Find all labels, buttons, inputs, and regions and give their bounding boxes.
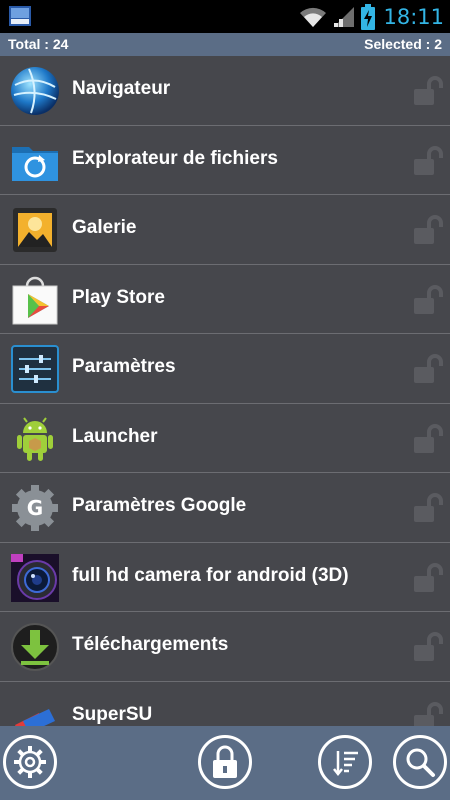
app-row-play-store[interactable]: Play Store: [0, 264, 450, 334]
app-row-parametres[interactable]: Paramètres: [0, 334, 450, 404]
battery-charging-icon: [361, 3, 376, 30]
unlocked-icon[interactable]: [412, 492, 446, 526]
unlocked-icon[interactable]: [412, 353, 446, 387]
app-name: Navigateur: [72, 78, 171, 99]
unlocked-icon[interactable]: [412, 631, 446, 665]
wifi-icon: [300, 7, 327, 27]
app-name: Explorateur de fichiers: [72, 147, 278, 169]
svg-text:G: G: [27, 496, 43, 520]
app-row-parametres-google[interactable]: G Paramètres Google: [0, 473, 450, 543]
app-name: Paramètres: [72, 356, 176, 377]
unlocked-icon[interactable]: [412, 562, 446, 596]
android-robot-icon: [17, 416, 53, 461]
notification-app-icon: [9, 6, 31, 26]
unlocked-icon[interactable]: [412, 145, 446, 179]
app-row-navigateur[interactable]: Navigateur: [0, 56, 450, 126]
status-bar: 18:11: [0, 0, 450, 33]
app-name: full hd camera for android (3D): [72, 564, 349, 586]
sort-button[interactable]: [318, 735, 372, 789]
google-settings-icon: G: [12, 485, 58, 531]
app-name: SuperSU: [72, 703, 153, 725]
globe-icon: [11, 67, 59, 115]
lock-icon: [213, 745, 237, 778]
app-row-launcher[interactable]: Launcher: [0, 403, 450, 473]
play-store-icon: [12, 276, 58, 324]
folder-sync-icon: [12, 146, 58, 181]
app-row-explorateur[interactable]: Explorateur de fichiers: [0, 125, 450, 195]
camera-lens-icon: [11, 553, 59, 602]
gear-icon: [14, 746, 46, 778]
lock-selected-button[interactable]: [198, 735, 252, 789]
app-name: Galerie: [72, 217, 137, 238]
selected-count: Selected : 2: [364, 36, 442, 52]
app-name: Play Store: [72, 286, 165, 308]
total-count: Total : 24: [8, 36, 69, 52]
app-name: Téléchargements: [72, 634, 229, 655]
sort-icon: [333, 751, 358, 777]
app-row-telechargements[interactable]: Téléchargements: [0, 612, 450, 682]
settings-button[interactable]: [3, 735, 57, 789]
app-row-galerie[interactable]: Galerie: [0, 195, 450, 265]
download-icon: [11, 623, 59, 671]
unlocked-icon[interactable]: [412, 284, 446, 318]
supersu-icon: [15, 708, 55, 726]
unlocked-icon[interactable]: [412, 423, 446, 457]
search-button[interactable]: [393, 735, 447, 789]
app-row-hd-camera[interactable]: full hd camera for android (3D): [0, 542, 450, 612]
status-time: 18:11: [383, 4, 444, 29]
unlocked-icon[interactable]: [412, 701, 446, 727]
app-name: Paramètres Google: [72, 495, 247, 516]
settings-sliders-icon: [11, 345, 59, 393]
gallery-icon: [13, 208, 57, 252]
unlocked-icon[interactable]: [412, 214, 446, 248]
bottom-toolbar: [0, 726, 450, 800]
signal-icon: [334, 6, 355, 27]
unlocked-icon[interactable]: [412, 75, 446, 109]
summary-bar: Total : 24 Selected : 2: [0, 33, 450, 56]
app-row-supersu[interactable]: SuperSU: [0, 681, 450, 727]
app-list: Navigateur Explorateur de fichiers Galer…: [0, 56, 450, 726]
search-icon: [406, 748, 435, 777]
app-name: Launcher: [72, 425, 158, 447]
